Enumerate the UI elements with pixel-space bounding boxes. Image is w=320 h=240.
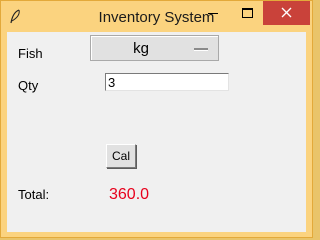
maximize-icon [242, 8, 253, 18]
qty-input[interactable] [105, 73, 229, 91]
fish-label: Fish [18, 46, 43, 61]
minimize-button[interactable] [198, 1, 228, 25]
title-bar[interactable]: Inventory System [1, 1, 312, 32]
close-icon [281, 7, 292, 18]
total-label: Total: [18, 187, 50, 202]
unit-selected-value: kg [133, 40, 149, 57]
cal-button[interactable]: Cal [106, 144, 136, 168]
qty-label: Qty [18, 78, 39, 93]
close-button[interactable] [263, 1, 310, 25]
app-window: Inventory System Fish kg Qty Cal [0, 0, 313, 238]
unit-dropdown[interactable]: kg [90, 35, 219, 61]
form-panel: Fish kg Qty Cal Total: 360.0 [7, 32, 306, 232]
minimize-icon [208, 13, 218, 14]
total-value: 360.0 [109, 186, 150, 203]
dropdown-indicator-icon [194, 48, 208, 51]
maximize-button[interactable] [232, 1, 262, 25]
